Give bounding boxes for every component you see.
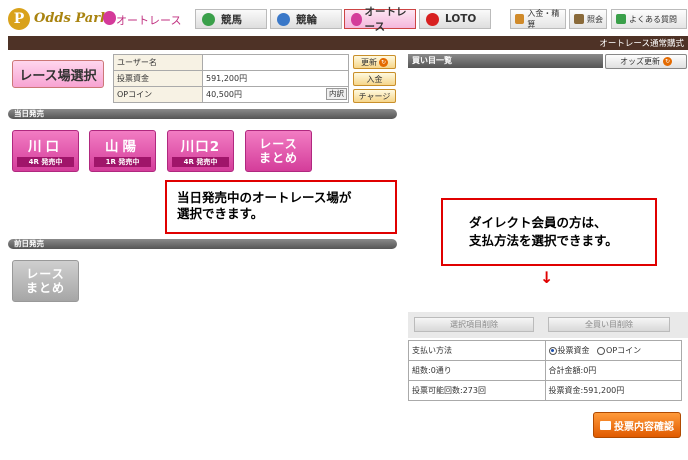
summary-line1: レース (26, 267, 65, 281)
tab-label: LOTO (445, 13, 477, 25)
radio-funds[interactable] (548, 346, 557, 355)
vote-count-remaining: 投票可能回数:273回 (408, 380, 546, 401)
refresh-label: 更新 (361, 57, 377, 67)
balance-label: 投票資金 (113, 70, 203, 87)
callout-line1: 当日発売中のオートレース場が (177, 190, 352, 205)
venue-button-kawaguchi[interactable]: 川口 4R 発売中 (12, 130, 79, 172)
mode-label: オートレース通常購式 (599, 39, 684, 49)
venue-callout: 当日発売中のオートレース場が 選択できます。 (165, 180, 397, 234)
summary-line2: まとめ (258, 151, 298, 165)
bicycle-icon (277, 12, 290, 26)
venue-status: 4R 発売中 (17, 157, 74, 167)
tab-keirin[interactable]: 競輪 (270, 9, 342, 29)
autorace-icon (351, 12, 362, 26)
venue-status: 4R 発売中 (172, 157, 229, 167)
summary-line2: まとめ (25, 281, 65, 295)
odds-park-logo[interactable]: P Odds Park オートレース (8, 8, 188, 30)
balance-value: 591,200円 (202, 70, 349, 87)
cart-icon (600, 420, 611, 430)
book-icon (574, 14, 584, 24)
venue-button-sanyo[interactable]: 山陽 1R 発売中 (89, 130, 156, 172)
venue-status: 1R 発売中 (94, 157, 151, 167)
tab-label: 競馬 (221, 13, 242, 26)
odds-refresh-label: オッズ更新 (620, 57, 660, 66)
op-coin-value: 40,500円 (206, 90, 242, 99)
radio-funds-label: 投票資金 (557, 346, 590, 355)
refresh-button[interactable]: 更新 ↻ (353, 55, 396, 69)
venue-select-button[interactable]: レース場選択 (12, 60, 104, 88)
username-label: ユーザー名 (113, 54, 203, 71)
voting-funds: 投票資金:591,200円 (544, 380, 682, 401)
delete-selected-button[interactable]: 選択項目削除 (414, 317, 534, 332)
venue-button-kawaguchi2[interactable]: 川口2 4R 発売中 (167, 130, 234, 172)
autorace-swirl-icon (103, 11, 116, 25)
op-coin-cell: 40,500円 内訳 (202, 86, 349, 103)
refresh-icon: ↻ (663, 57, 672, 66)
callout-line2: 選択できます。 (177, 206, 264, 221)
odds-refresh-button[interactable]: オッズ更新 ↻ (605, 54, 687, 69)
down-arrow-icon: ↓ (540, 268, 554, 287)
total-amount: 合計金額:0円 (544, 360, 682, 381)
inquiry-button[interactable]: 照会 (569, 9, 607, 29)
action-label: 照会 (587, 14, 603, 24)
tab-label: 競輪 (296, 13, 317, 26)
op-coin-label: OPコイン (113, 86, 203, 103)
deposit-button[interactable]: 入金 (353, 72, 396, 86)
confirm-bet-button[interactable]: 投票内容確認 (593, 412, 681, 438)
mode-bar: オートレース通常購式 (8, 36, 688, 50)
prev-race-summary-button: レース まとめ (12, 260, 79, 302)
buy-list-header: 買い目一覧 (408, 54, 603, 68)
tab-autorace[interactable]: オートレース (344, 6, 416, 33)
payment-callout: ダイレクト会員の方は、 支払方法を選択できます。 (441, 198, 657, 266)
charge-button[interactable]: チャージ (353, 89, 396, 103)
today-sales-bar: 当日発売 (8, 109, 397, 119)
logo-sub: オートレース (116, 14, 182, 27)
race-summary-button[interactable]: レース まとめ (245, 130, 312, 172)
question-icon (616, 14, 626, 24)
callout-line1: ダイレクト会員の方は、 (469, 215, 607, 230)
logo-text: Odds Park (34, 11, 110, 26)
venue-name: 山陽 (105, 139, 140, 155)
confirm-label: 投票内容確認 (614, 421, 674, 433)
logo-mark: P (8, 8, 30, 30)
breakdown-button[interactable]: 内訳 (326, 88, 347, 100)
radio-opcoin[interactable] (597, 346, 606, 355)
combination-count: 組数:0通り (408, 360, 546, 381)
venue-name: 川口2 (180, 139, 221, 155)
horse-icon (202, 12, 215, 26)
payment-method-label: 支払い方法 (408, 340, 546, 361)
tab-keiba[interactable]: 競馬 (195, 9, 267, 29)
summary-line1: レース (259, 137, 298, 151)
deposit-settle-button[interactable]: 入金・精算 (510, 9, 566, 29)
action-label: よくある質問 (629, 14, 677, 24)
tab-loto[interactable]: LOTO (419, 9, 491, 29)
refresh-icon: ↻ (379, 57, 388, 67)
prev-day-sales-bar: 前日発売 (8, 239, 397, 249)
payment-method-options: 投票資金 OPコイン (544, 340, 682, 361)
username-value (202, 54, 349, 71)
loto-icon (426, 12, 439, 26)
tab-label: オートレース (364, 6, 407, 33)
payment-table: 支払い方法 投票資金 OPコイン 組数:0通り 合計金額:0円 投票可能回数:2… (408, 340, 682, 401)
callout-line2: 支払方法を選択できます。 (469, 233, 618, 248)
radio-opcoin-label: OPコイン (606, 346, 642, 355)
user-info-table: ユーザー名 投票資金 591,200円 OPコイン 40,500円 内訳 (113, 54, 349, 103)
wallet-icon (515, 14, 525, 24)
faq-button[interactable]: よくある質問 (611, 9, 687, 29)
action-label: 入金・精算 (527, 9, 560, 29)
delete-all-button[interactable]: 全買い目削除 (548, 317, 670, 332)
venue-name: 川口 (28, 139, 63, 155)
